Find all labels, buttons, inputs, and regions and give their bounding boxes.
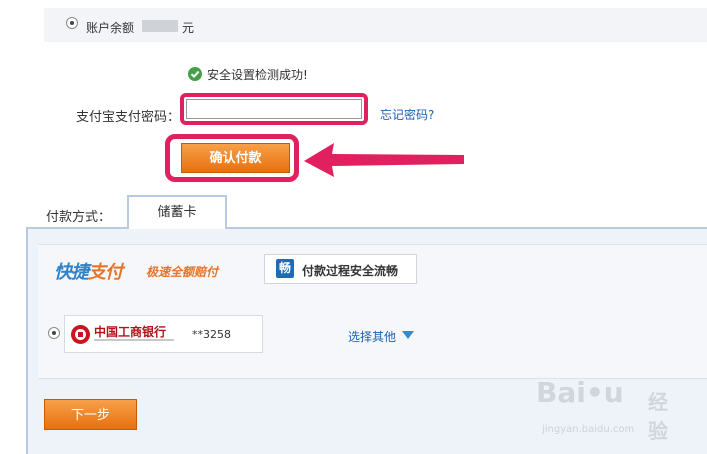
watermark-url: jingyan.baidu.com xyxy=(542,424,635,435)
watermark-brand-start: Bai xyxy=(536,376,586,409)
secure-flow-icon: 畅 xyxy=(276,259,294,278)
confirm-payment-button[interactable]: 确认付款 xyxy=(181,143,290,173)
payment-method-label: 付款方式： xyxy=(46,210,112,225)
check-circle-icon xyxy=(188,67,202,81)
card-number: **3258 xyxy=(192,328,231,341)
watermark-brand: Bai•u xyxy=(536,376,624,409)
next-step-button[interactable]: 下一步 xyxy=(44,399,137,430)
quickpay-brand-accent: 支付 xyxy=(88,262,123,283)
balance-label: 账户余额 xyxy=(86,21,135,35)
security-check-message: 安全设置检测成功! xyxy=(207,68,308,82)
balance-radio[interactable] xyxy=(66,17,78,29)
watermark-brand-end: u xyxy=(603,376,624,409)
icbc-logo-icon xyxy=(71,325,90,344)
card-radio[interactable] xyxy=(48,327,60,339)
quickpay-logo: 快捷支付 xyxy=(54,258,123,284)
balance-row: 账户余额 元 xyxy=(44,8,707,42)
bank-english-name xyxy=(94,339,174,341)
bank-card-option[interactable]: 中国工商银行 **3258 xyxy=(64,315,263,353)
secure-badge-text: 付款过程安全流畅 xyxy=(302,264,399,278)
chevron-down-icon[interactable] xyxy=(402,331,414,339)
forgot-password-link[interactable]: 忘记密码? xyxy=(380,106,434,123)
password-label: 支付宝支付密码： xyxy=(76,110,181,125)
secure-badge: 畅 付款过程安全流畅 xyxy=(264,254,417,284)
password-input[interactable] xyxy=(186,99,362,119)
pointer-arrow-icon xyxy=(304,143,464,177)
select-other-link[interactable]: 选择其他 xyxy=(348,328,396,345)
quickpay-brand-prefix: 快捷 xyxy=(54,262,89,283)
paw-glyph: • xyxy=(585,376,604,409)
tab-savings-card[interactable]: 储蓄卡 xyxy=(127,195,227,229)
quickpay-tagline: 极速全额赔付 xyxy=(146,265,219,279)
balance-unit: 元 xyxy=(182,21,195,35)
balance-amount-mask xyxy=(142,20,178,32)
watermark-jingyan: 经验 xyxy=(648,390,668,443)
bank-name: 中国工商银行 xyxy=(94,325,167,339)
